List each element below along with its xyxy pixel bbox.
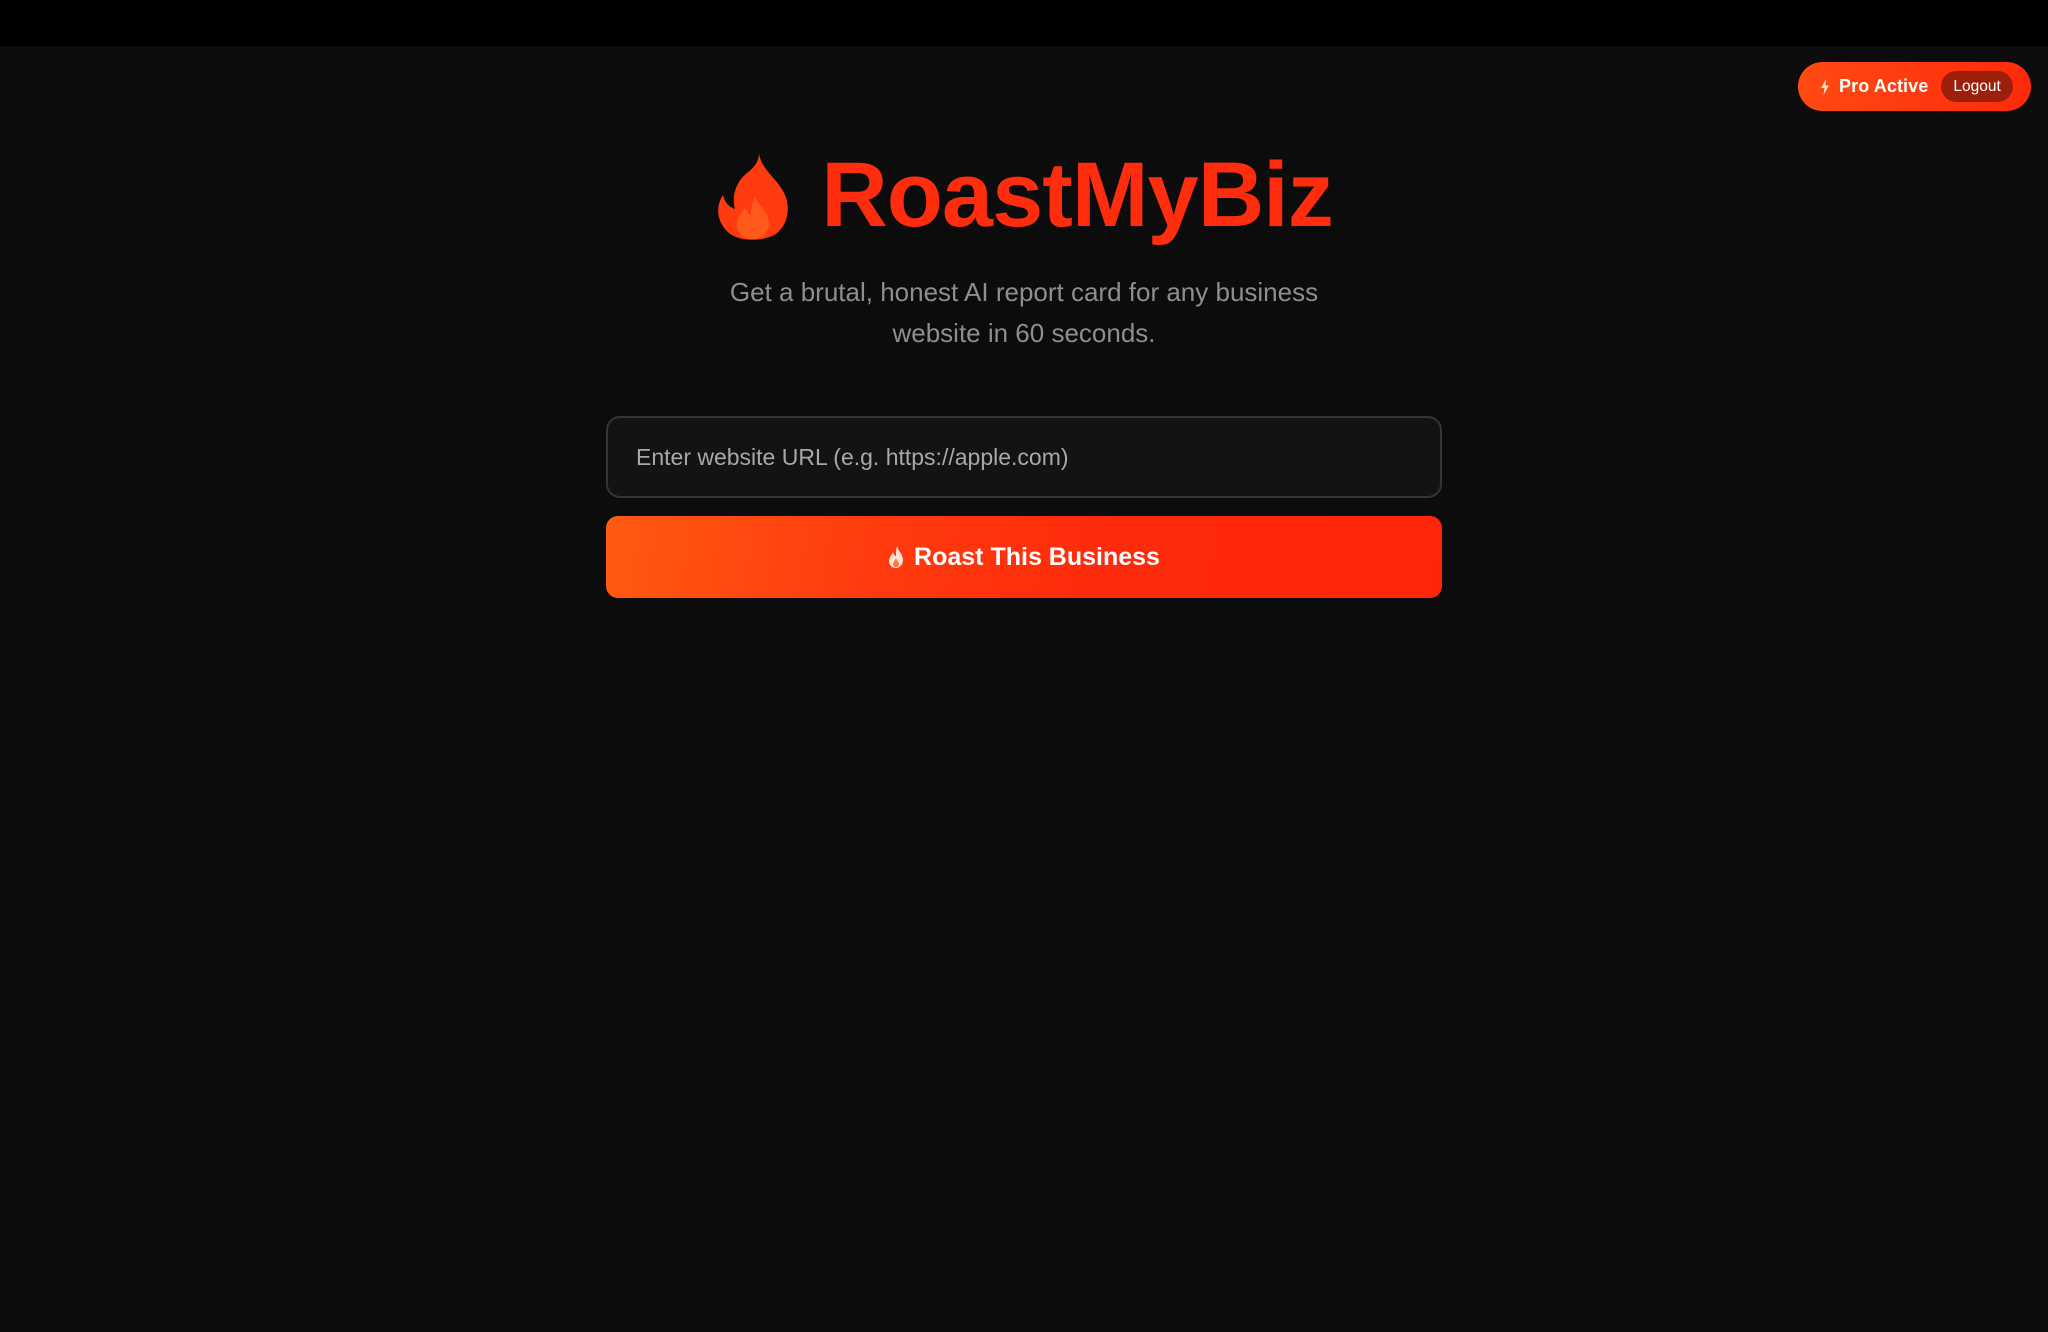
hero-section: RoastMyBiz Get a brutal, honest AI repor… bbox=[0, 140, 2048, 354]
pro-active-label: Pro Active bbox=[1839, 76, 1929, 96]
brand-row: RoastMyBiz bbox=[0, 140, 2048, 250]
hero-subtitle: Get a brutal, honest AI report card for … bbox=[729, 277, 1319, 348]
pro-status-badge: Pro Active Logout bbox=[1798, 62, 2031, 111]
fire-icon bbox=[718, 153, 789, 240]
fire-icon bbox=[889, 546, 904, 568]
lightning-bolt-icon bbox=[1821, 78, 1829, 95]
brand-title: RoastMyBiz bbox=[821, 144, 1333, 246]
logout-button[interactable]: Logout bbox=[1941, 71, 2013, 102]
roast-business-button[interactable]: Roast This Business bbox=[606, 516, 1442, 598]
website-url-input[interactable] bbox=[606, 416, 1442, 498]
roast-form: Roast This Business bbox=[606, 416, 1442, 598]
roast-button-label: Roast This Business bbox=[914, 542, 1160, 571]
browser-top-bar bbox=[0, 0, 2048, 46]
